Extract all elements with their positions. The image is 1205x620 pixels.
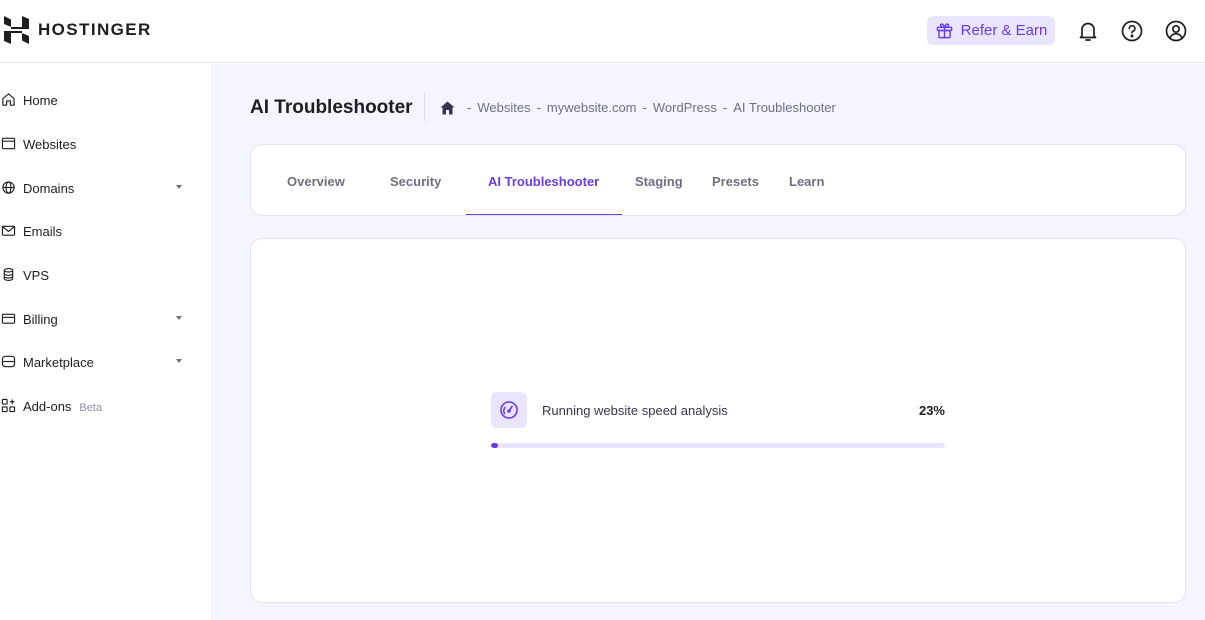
sidebar-item-websites[interactable]: Websites — [0, 129, 212, 159]
chevron-down-icon — [176, 359, 182, 363]
help-button[interactable] — [1119, 18, 1144, 43]
tab-ai-troubleshooter[interactable]: AI Troubleshooter — [488, 145, 599, 215]
tab-presets[interactable]: Presets — [712, 145, 759, 215]
sidebar-item-domains[interactable]: Domains — [0, 173, 212, 203]
notifications-button[interactable] — [1075, 18, 1100, 43]
sidebar-item-add-ons[interactable]: Add-ons Beta — [0, 391, 212, 421]
storefront-icon — [1, 354, 17, 370]
troubleshooter-panel: Running website speed analysis 23% — [250, 238, 1186, 603]
chevron-down-icon — [176, 185, 182, 189]
sidebar: Home Websites Domains Emails VPS Billing — [0, 64, 213, 620]
sidebar-item-label: VPS — [23, 268, 50, 283]
tab-staging[interactable]: Staging — [635, 145, 683, 215]
breadcrumb-separator: - — [722, 100, 728, 115]
progress-bar — [491, 443, 945, 448]
breadcrumb-wordpress[interactable]: WordPress — [653, 100, 717, 115]
sidebar-item-label: Billing — [23, 312, 58, 327]
breadcrumb-separator: - — [467, 100, 472, 115]
tab-overview[interactable]: Overview — [287, 145, 345, 215]
breadcrumb: - Websites - mywebsite.com - WordPress -… — [440, 100, 836, 115]
sidebar-item-emails[interactable]: Emails — [0, 216, 212, 246]
tab-bar: Overview Security AI Troubleshooter Stag… — [250, 144, 1186, 216]
top-header: HOSTINGER Refer & Earn — [0, 0, 1205, 63]
active-tab-indicator — [466, 214, 622, 215]
beta-badge: Beta — [79, 402, 103, 414]
sidebar-item-label: Add-ons Beta — [23, 399, 102, 414]
server-icon — [1, 267, 17, 283]
refer-earn-label: Refer & Earn — [960, 22, 1048, 39]
brand-name: HOSTINGER — [38, 20, 152, 39]
bell-icon — [1079, 22, 1096, 41]
add-ons-label: Add-ons — [23, 399, 72, 414]
chevron-down-icon — [176, 316, 182, 320]
sidebar-item-label: Home — [23, 93, 58, 108]
sidebar-item-billing[interactable]: Billing — [0, 304, 212, 334]
analysis-icon-badge — [491, 392, 527, 428]
breadcrumb-websites[interactable]: Websites — [477, 100, 530, 115]
tab-learn[interactable]: Learn — [789, 145, 824, 215]
tab-security[interactable]: Security — [390, 145, 441, 215]
sidebar-item-label: Domains — [23, 181, 75, 196]
credit-card-icon — [1, 311, 17, 327]
mail-icon — [1, 223, 17, 239]
sidebar-item-label: Websites — [23, 137, 77, 152]
analysis-percent: 23% — [918, 403, 945, 418]
add-ons-grid-icon — [1, 398, 17, 414]
account-icon — [1165, 20, 1186, 41]
sidebar-item-home[interactable]: Home — [0, 85, 212, 115]
main-content: AI Troubleshooter - Websites - mywebsite… — [214, 64, 1205, 620]
hostinger-logo[interactable]: HOSTINGER — [4, 16, 152, 44]
globe-icon — [1, 180, 17, 196]
breadcrumb-domain[interactable]: mywebsite.com — [547, 100, 637, 115]
browser-window-icon — [1, 136, 17, 152]
page-title: AI Troubleshooter — [250, 97, 413, 118]
gift-icon — [936, 23, 952, 39]
hostinger-logo-icon — [4, 16, 29, 44]
refer-earn-button[interactable]: Refer & Earn — [927, 16, 1055, 45]
breadcrumb-separator: - — [536, 100, 541, 115]
sidebar-item-vps[interactable]: VPS — [0, 260, 212, 290]
account-button[interactable] — [1163, 18, 1188, 43]
sidebar-item-marketplace[interactable]: Marketplace — [0, 347, 212, 377]
home-icon — [1, 92, 17, 108]
title-divider — [424, 93, 425, 121]
analysis-status-text: Running website speed analysis — [542, 403, 728, 418]
sidebar-item-label: Emails — [23, 224, 63, 239]
home-breadcrumb-icon[interactable] — [440, 101, 455, 115]
breadcrumb-separator: - — [642, 100, 647, 115]
breadcrumb-current: AI Troubleshooter — [733, 100, 836, 115]
help-icon — [1121, 20, 1142, 41]
speedometer-icon — [500, 401, 518, 419]
progress-bar-fill — [491, 443, 499, 448]
sidebar-item-label: Marketplace — [23, 355, 94, 370]
